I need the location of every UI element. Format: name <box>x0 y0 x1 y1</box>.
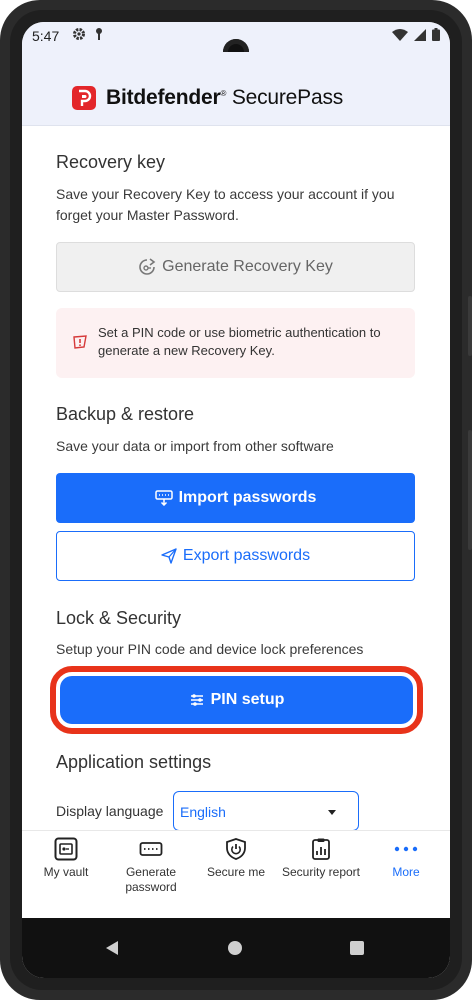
phone-screen: 5:47 Bitdefender® SecurePass Recovery ke… <box>22 22 450 978</box>
settings-gear-icon <box>73 28 85 40</box>
generate-recovery-key-button[interactable]: Generate Recovery Key <box>56 242 415 292</box>
power-button <box>468 430 472 550</box>
nav-secure-me[interactable]: Secure me <box>193 837 279 880</box>
export-passwords-button[interactable]: Export passwords <box>56 531 415 581</box>
display-language-row: Display language English <box>56 791 416 833</box>
brand-logo-block: Bitdefender® SecurePass <box>72 86 343 110</box>
import-icon <box>154 490 173 506</box>
backup-restore-description: Save your data or import from other soft… <box>56 438 334 454</box>
app-title: Bitdefender® SecurePass <box>106 86 344 109</box>
nav-generate-password[interactable]: Generate password <box>108 837 194 895</box>
import-passwords-button[interactable]: Import passwords <box>56 473 415 523</box>
keyboard-icon <box>139 842 163 856</box>
backup-restore-title: Backup & restore <box>56 404 195 424</box>
bitdefender-logo-icon <box>72 86 96 110</box>
more-dots-icon <box>394 846 418 852</box>
back-icon[interactable] <box>104 940 120 956</box>
recovery-key-alert: Set a PIN code or use biometric authenti… <box>56 308 415 378</box>
app-header: Bitdefender® SecurePass <box>22 52 450 126</box>
warning-flag-icon <box>73 335 87 349</box>
recovery-key-description: Save your Recovery Key to access your ac… <box>56 186 395 223</box>
lock-security-title: Lock & Security <box>56 608 182 628</box>
key-status-icon <box>96 28 102 40</box>
send-arrow-icon <box>161 548 177 564</box>
lock-security-description: Setup your PIN code and device lock pref… <box>56 641 364 657</box>
more-settings-content[interactable]: Recovery key Save your Recovery Key to a… <box>22 126 450 858</box>
nav-my-vault[interactable]: My vault <box>23 837 109 880</box>
clipboard-chart-icon <box>312 838 330 860</box>
nav-more[interactable]: More <box>363 837 449 880</box>
display-language-select[interactable]: English <box>173 791 359 831</box>
vault-icon <box>54 837 78 861</box>
bottom-navigation: My vault Generate password Secure me Sec… <box>22 830 450 918</box>
status-time: 5:47 <box>32 28 60 44</box>
shield-icon <box>226 838 246 860</box>
nav-security-report[interactable]: Security report <box>278 837 364 880</box>
display-language-value: English <box>180 804 226 820</box>
home-icon[interactable] <box>228 941 242 955</box>
volume-button <box>468 296 472 356</box>
battery-icon <box>432 28 440 41</box>
display-language-label: Display language <box>56 803 164 819</box>
recovery-key-title: Recovery key <box>56 152 166 172</box>
signal-icon <box>414 28 426 41</box>
pin-dots-icon <box>190 694 203 706</box>
system-navigation-bar <box>22 918 450 978</box>
recovery-key-alert-text: Set a PIN code or use biometric authenti… <box>98 325 381 358</box>
key-refresh-icon <box>139 258 156 275</box>
pin-setup-button[interactable]: PIN setup <box>60 676 413 724</box>
application-settings-title: Application settings <box>56 752 212 772</box>
recent-apps-icon[interactable] <box>350 941 364 955</box>
chevron-down-icon <box>328 810 336 815</box>
wifi-icon <box>392 28 408 41</box>
